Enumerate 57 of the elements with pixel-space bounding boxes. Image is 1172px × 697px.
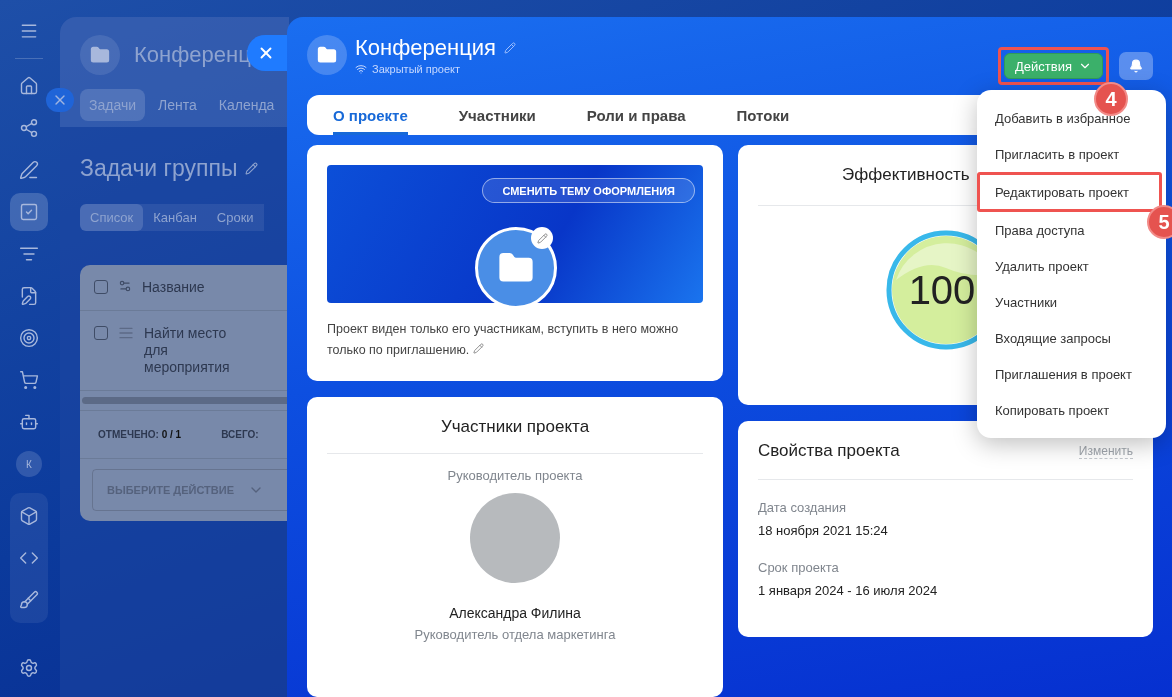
field-label: Дата создания — [758, 500, 848, 515]
checkbox[interactable] — [94, 280, 108, 294]
tab[interactable]: О проекте — [333, 95, 408, 135]
notification-button[interactable] — [1119, 52, 1153, 80]
project-type: Закрытый проект — [372, 63, 461, 75]
card-title: Участники проекта — [327, 417, 703, 454]
total-count: ВСЕГО: — [221, 429, 259, 440]
menu-icon — [19, 21, 39, 41]
checkbox[interactable] — [94, 326, 108, 340]
folder-icon — [307, 35, 347, 75]
robot-icon — [19, 412, 39, 432]
tab[interactable]: Потоки — [736, 95, 790, 135]
close-button[interactable] — [46, 88, 74, 112]
tab[interactable]: Роли и права — [586, 95, 686, 135]
sidebar-item[interactable] — [10, 193, 48, 231]
step-badge: 4 — [1094, 82, 1128, 116]
scrollbar[interactable] — [82, 397, 289, 404]
user-avatar[interactable]: К — [16, 451, 42, 477]
tab[interactable]: Участники — [458, 95, 536, 135]
table-cell-text: Найти место для мероприятия — [144, 325, 231, 376]
menu-item[interactable]: Права доступа — [977, 212, 1095, 248]
menu-item[interactable]: Редактировать проект — [981, 184, 1129, 200]
drag-handle-icon[interactable] — [118, 325, 134, 341]
project-description: Проект виден только его участникам, вступить в него можно только по приглашению. — [327, 321, 680, 359]
field-value: 18 ноября 2021 15:24 — [758, 523, 889, 538]
filter-icon — [19, 244, 39, 264]
menu-item[interactable]: Приглашения в проект — [977, 356, 1142, 392]
card-title: Свойства проекта — [758, 441, 900, 461]
pen-icon — [19, 160, 39, 180]
page-heading: Задачи группы — [80, 155, 238, 182]
brush-icon — [19, 590, 39, 610]
signal-icon — [355, 63, 367, 75]
field-value: 1 января 2024 - 16 июля 2024 — [758, 583, 939, 598]
menu-item[interactable]: Копировать проект — [977, 392, 1120, 428]
settings-icon — [19, 658, 39, 678]
role-label: Руководитель проекта — [447, 468, 583, 483]
member-position: Руководитель отдела маркетинга — [414, 627, 616, 642]
document-icon — [19, 286, 39, 306]
target-icon — [19, 328, 39, 348]
checkbox-icon — [19, 202, 39, 222]
column-header: Название — [142, 279, 206, 296]
menu-item[interactable]: Участники — [977, 284, 1068, 320]
theme-button[interactable]: СМЕНИТЬ ТЕМУ ОФОРМЛЕНИЯ — [482, 178, 695, 203]
member-name: Александра Филина — [449, 605, 581, 621]
folder-icon — [80, 35, 120, 75]
cube-icon — [19, 506, 39, 526]
selected-count: ОТМЕЧЕНО: 0 / 1 — [98, 429, 182, 440]
pencil-icon[interactable] — [531, 227, 553, 249]
cart-icon — [19, 370, 39, 390]
menu-item[interactable]: Удалить проект — [977, 248, 1099, 284]
home-icon — [19, 76, 39, 96]
field-label: Срок проекта — [758, 560, 840, 575]
network-icon — [19, 118, 39, 138]
project-title: Конференция — [355, 35, 496, 61]
step-badge: 5 — [1147, 205, 1172, 239]
menu-item[interactable]: Входящие запросы — [977, 320, 1121, 356]
bell-icon — [1129, 59, 1143, 73]
